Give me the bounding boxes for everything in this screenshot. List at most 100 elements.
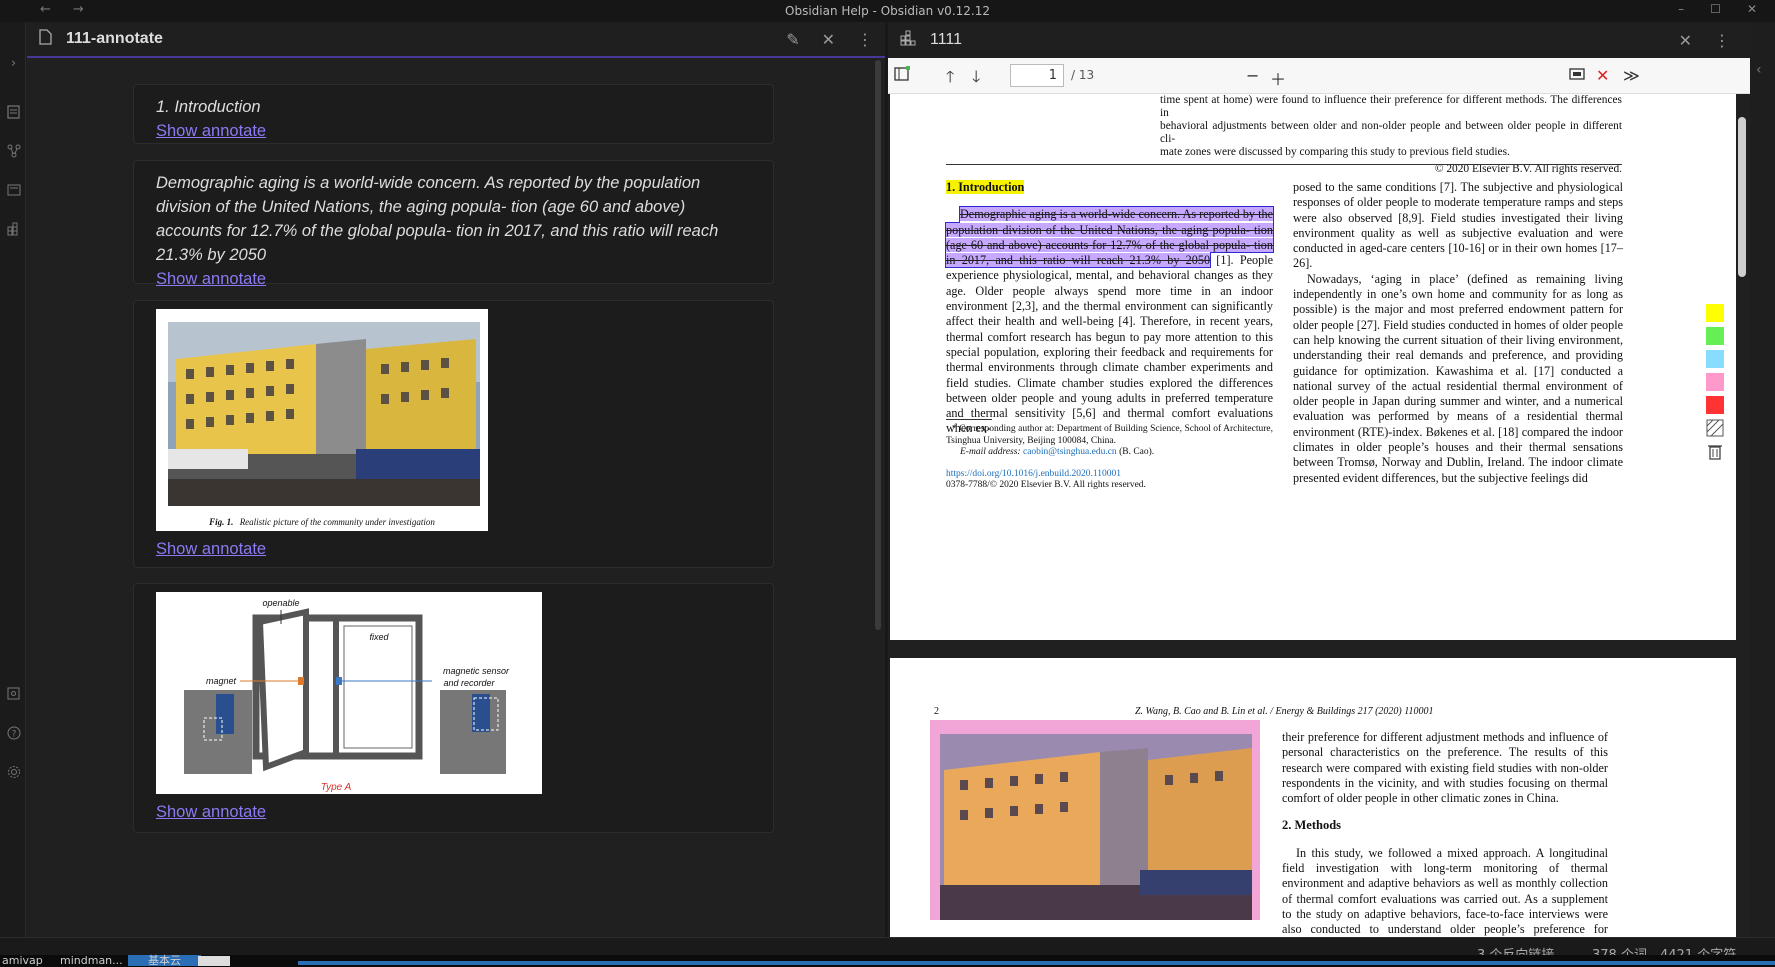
settings-gear-icon[interactable] bbox=[6, 764, 21, 779]
left-scrollbar[interactable] bbox=[875, 60, 881, 630]
annotation-card: Fig. 1. Realistic picture of the communi… bbox=[133, 300, 774, 568]
help-icon[interactable]: ? bbox=[6, 725, 21, 740]
right-tab-header: 1111 ✕ ⋮ bbox=[888, 22, 1750, 58]
show-annotate-link[interactable]: Show annotate bbox=[156, 800, 266, 824]
paragraph-text: In this study, we followed a mixed appro… bbox=[1282, 845, 1608, 947]
footnote: * Corresponding author at: Department of… bbox=[946, 424, 1273, 446]
green-swatch[interactable] bbox=[1706, 327, 1724, 345]
show-annotate-link[interactable]: Show annotate bbox=[156, 537, 266, 561]
sidebar-toggle-icon[interactable] bbox=[894, 65, 911, 86]
building-photo: Fig. 1. Realistic picture of the communi… bbox=[168, 322, 480, 527]
pink-swatch[interactable] bbox=[1706, 373, 1724, 391]
note-content: 1. Introduction Show annotate Demographi… bbox=[27, 60, 893, 937]
paragraph-text: Nowadays, ‘aging in place’ (defined as r… bbox=[1293, 271, 1623, 485]
issn: 0378-7788/© 2020 Elsevier B.V. All right… bbox=[946, 480, 1146, 490]
pdf-viewer: time spent at home) were found to influe… bbox=[888, 94, 1750, 947]
magnet-label: magnet bbox=[206, 676, 237, 686]
abstract-line: time spent at home) were found to influe… bbox=[1160, 94, 1622, 119]
back-arrow-icon[interactable]: ← bbox=[40, 2, 51, 17]
graph-view-icon[interactable] bbox=[6, 143, 21, 158]
plugin-view-icon bbox=[900, 30, 916, 50]
close-annotation-icon[interactable]: ✕ bbox=[1596, 66, 1609, 85]
right-sidebar-toggle-icon[interactable]: ‹ bbox=[1756, 62, 1762, 78]
annotation-text: Demographic aging is a world-wide concer… bbox=[156, 174, 719, 264]
taskbar-progress bbox=[298, 961, 1775, 965]
taskbar-item[interactable]: amivap bbox=[2, 955, 43, 966]
pdf-scrollbar[interactable] bbox=[1738, 117, 1746, 277]
sensor-label-1: magnetic sensor bbox=[443, 666, 510, 676]
pdf-toolbar: 🡑 🡓 1 / 13 − ＋ ✕ ≫ bbox=[888, 58, 1750, 94]
highlighted-figure[interactable] bbox=[930, 720, 1260, 920]
show-annotate-link[interactable]: Show annotate bbox=[156, 267, 266, 291]
building-photo bbox=[940, 734, 1252, 920]
highlight-color-palette bbox=[1706, 304, 1724, 465]
email-label: E-mail address: bbox=[960, 447, 1021, 457]
pdf-tab-title: 1111 bbox=[930, 31, 963, 48]
blue-swatch[interactable] bbox=[1706, 350, 1724, 368]
svg-text:?: ? bbox=[11, 729, 16, 739]
paragraph-text: posed to the same conditions [7]. The su… bbox=[1293, 180, 1623, 271]
trash-icon[interactable] bbox=[1706, 442, 1724, 460]
close-pane-icon[interactable]: ✕ bbox=[822, 30, 835, 49]
title-bar: ← → Obsidian Help - Obsidian v0.12.12 – … bbox=[0, 0, 1775, 22]
edit-pencil-icon[interactable]: ✎ bbox=[786, 30, 799, 49]
section-heading[interactable]: 1. Introduction bbox=[946, 180, 1025, 194]
figure-caption-label: Fig. 1. bbox=[208, 517, 233, 527]
paragraph-text: their preference for different adjustmen… bbox=[1282, 730, 1608, 806]
right-pdf-pane: 1111 ✕ ⋮ 🡑 🡓 1 / 13 − ＋ ✕ ≫ time spent a… bbox=[888, 22, 1750, 947]
plugin-icon[interactable] bbox=[6, 221, 21, 236]
more-options-icon[interactable]: ⋮ bbox=[1714, 31, 1730, 50]
rule bbox=[946, 164, 1622, 165]
show-annotate-link[interactable]: Show annotate bbox=[156, 119, 266, 143]
more-tools-icon[interactable]: ≫ bbox=[1623, 66, 1640, 85]
annotation-card: openable fixed magnet magnetic sensor an… bbox=[133, 583, 774, 833]
strikeout-icon[interactable] bbox=[1706, 419, 1724, 437]
taskbar-item[interactable] bbox=[198, 956, 230, 966]
zoom-in-icon[interactable]: ＋ bbox=[1270, 66, 1286, 90]
next-page-icon[interactable]: 🡓 bbox=[972, 66, 980, 93]
annotation-text: 1. Introduction bbox=[156, 98, 261, 116]
page-number: 2 bbox=[934, 706, 939, 717]
pdf-page-1: time spent at home) were found to influe… bbox=[890, 94, 1736, 640]
forward-arrow-icon[interactable]: → bbox=[73, 2, 84, 17]
close-pane-icon[interactable]: ✕ bbox=[1679, 31, 1692, 50]
page-total: / 13 bbox=[1071, 68, 1095, 82]
email-link[interactable]: caobin@tsinghua.edu.cn bbox=[1023, 447, 1117, 457]
file-explorer-icon[interactable] bbox=[6, 104, 21, 119]
pdf-page-2: 2 Z. Wang, B. Cao and B. Lin et al. / En… bbox=[890, 658, 1736, 947]
footnote-rule bbox=[946, 419, 992, 420]
yellow-swatch[interactable] bbox=[1706, 304, 1724, 322]
fixed-label: fixed bbox=[369, 632, 389, 642]
type-a-label: Type A bbox=[321, 782, 352, 793]
zoom-out-icon[interactable]: − bbox=[1246, 66, 1259, 85]
footnote-tail: (B. Cao). bbox=[1119, 447, 1155, 457]
doi-link[interactable]: https://doi.org/10.1016/j.enbuild.2020.1… bbox=[946, 469, 1273, 481]
expand-sidebar-icon[interactable]: › bbox=[6, 56, 21, 71]
red-swatch[interactable] bbox=[1706, 396, 1724, 414]
maximize-button[interactable]: ☐ bbox=[1710, 2, 1721, 16]
file-icon bbox=[39, 29, 52, 49]
previous-page-icon[interactable]: 🡑 bbox=[946, 66, 954, 93]
left-editor-pane: 111-annotate ✎ ✕ ⋮ 1. Introduction Show … bbox=[27, 22, 893, 937]
note-title: 111-annotate bbox=[66, 30, 163, 47]
presentation-mode-icon[interactable] bbox=[1569, 66, 1585, 85]
openable-label: openable bbox=[262, 598, 299, 608]
left-tab-header: 111-annotate ✎ ✕ ⋮ bbox=[27, 22, 893, 58]
figure-image: Fig. 1. Realistic picture of the communi… bbox=[156, 309, 488, 531]
paragraph-text: [1]. People experience physiological, me… bbox=[946, 253, 1273, 436]
minimize-button[interactable]: – bbox=[1678, 2, 1684, 16]
taskbar-item[interactable]: mindman... bbox=[60, 955, 123, 966]
sensor-label-2: and recorder bbox=[443, 678, 495, 688]
running-head: Z. Wang, B. Cao and B. Lin et al. / Ener… bbox=[1135, 706, 1434, 717]
vault-icon[interactable] bbox=[6, 686, 21, 701]
slides-icon[interactable] bbox=[6, 182, 21, 197]
window-title: Obsidian Help - Obsidian v0.12.12 bbox=[785, 4, 990, 18]
os-taskbar: amivap mindman... 基本云 bbox=[0, 955, 1775, 967]
taskbar-item[interactable]: 基本云 bbox=[128, 955, 201, 966]
window-diagram: openable fixed magnet magnetic sensor an… bbox=[156, 592, 542, 794]
more-options-icon[interactable]: ⋮ bbox=[857, 30, 873, 49]
annotation-card: 1. Introduction Show annotate bbox=[133, 84, 774, 144]
page-number-input[interactable]: 1 bbox=[1010, 64, 1064, 87]
left-ribbon: › ? bbox=[0, 22, 26, 937]
close-window-button[interactable]: ✕ bbox=[1747, 2, 1757, 16]
